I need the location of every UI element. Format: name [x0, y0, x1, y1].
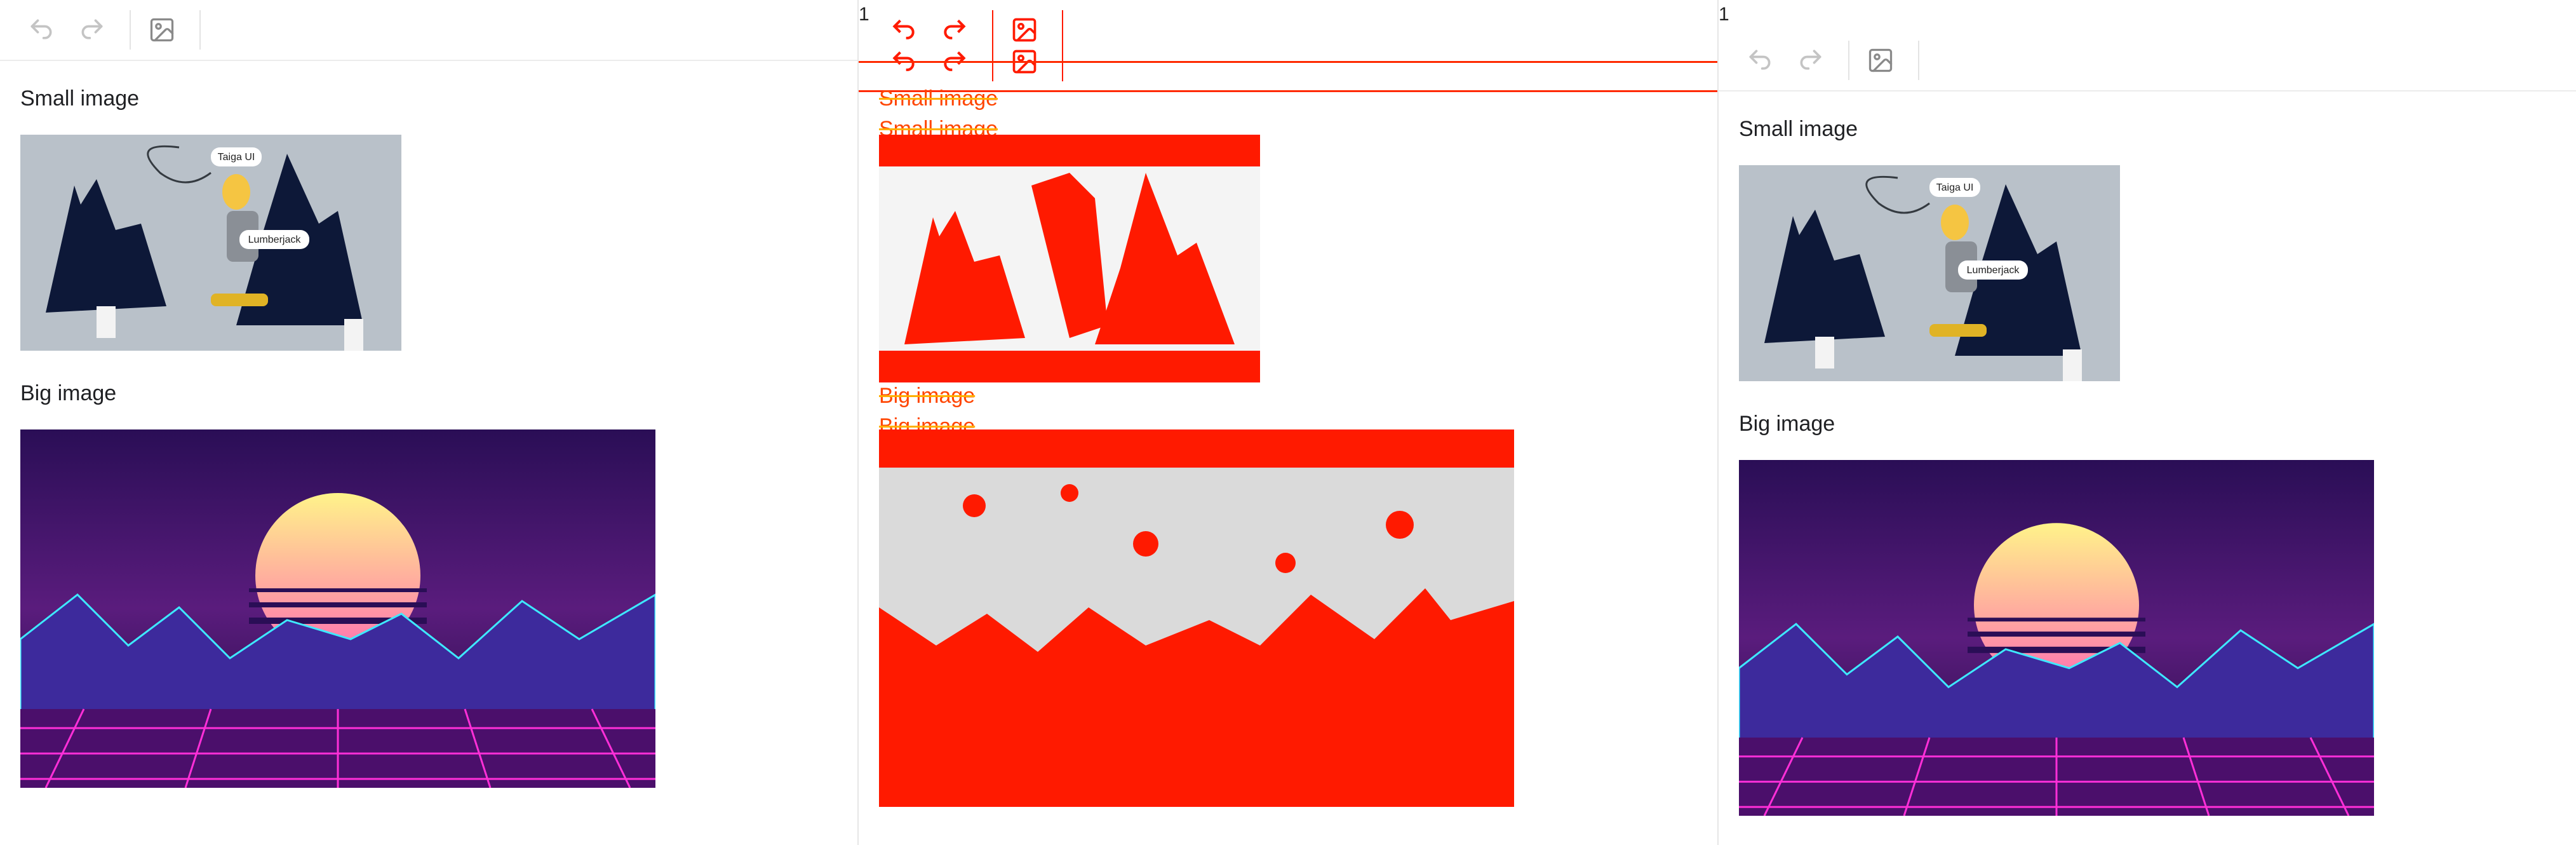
- image-icon: [150, 18, 174, 42]
- undo-button[interactable]: [1738, 38, 1782, 83]
- diff-small-label: Small image: [879, 86, 998, 111]
- editor-toolbar: [1719, 30, 2576, 91]
- small-image: Taiga UI Lumberjack: [1739, 165, 2120, 381]
- redo-button[interactable]: [70, 8, 114, 52]
- bubble-lumberjack: Lumberjack: [248, 234, 302, 245]
- insert-image-button[interactable]: [1858, 38, 1903, 83]
- toolbar-divider: [1848, 41, 1849, 80]
- diff-line: [859, 61, 1717, 63]
- big-image: [20, 429, 655, 788]
- small-image: Taiga UI Lumberjack: [20, 135, 401, 351]
- undo-icon: [30, 19, 52, 39]
- undo-icon: [1749, 50, 1771, 70]
- undo-button[interactable]: [19, 8, 64, 52]
- diff-big-image: [879, 429, 1514, 807]
- redo-button[interactable]: [1788, 38, 1833, 83]
- bubble-lumberjack: Lumberjack: [1967, 265, 2020, 276]
- editor-toolbar: [0, 0, 857, 61]
- diff-toolbar-row-1: [859, 10, 1717, 50]
- image-icon: [1868, 48, 1893, 72]
- actual-marker: 1: [1719, 4, 1729, 25]
- small-image-label: Small image: [20, 86, 140, 111]
- toolbar-divider: [1918, 41, 1919, 80]
- small-image-label: Small image: [1739, 117, 1858, 141]
- bubble-taiga: Taiga UI: [1936, 182, 1974, 193]
- diff-small-image: [879, 135, 1260, 382]
- toolbar-divider: [199, 10, 201, 50]
- expected-panel: Small image Taiga UI Lumberjack Big imag…: [0, 0, 859, 845]
- bubble-taiga: Taiga UI: [218, 152, 255, 163]
- redo-icon: [1800, 50, 1821, 70]
- insert-image-button[interactable]: [140, 8, 184, 52]
- big-image: [1739, 460, 2374, 816]
- redo-icon: [81, 19, 103, 39]
- big-image-label: Big image: [1739, 412, 1835, 436]
- diff-panel: 1 Small image Small image Big image Big …: [859, 0, 1719, 845]
- big-image-label: Big image: [20, 381, 117, 405]
- actual-panel: 1 Small image Taiga UI Lumberjack Big im…: [1719, 0, 2576, 845]
- toolbar-divider: [130, 10, 131, 50]
- diff-big-label: Big image: [879, 384, 976, 408]
